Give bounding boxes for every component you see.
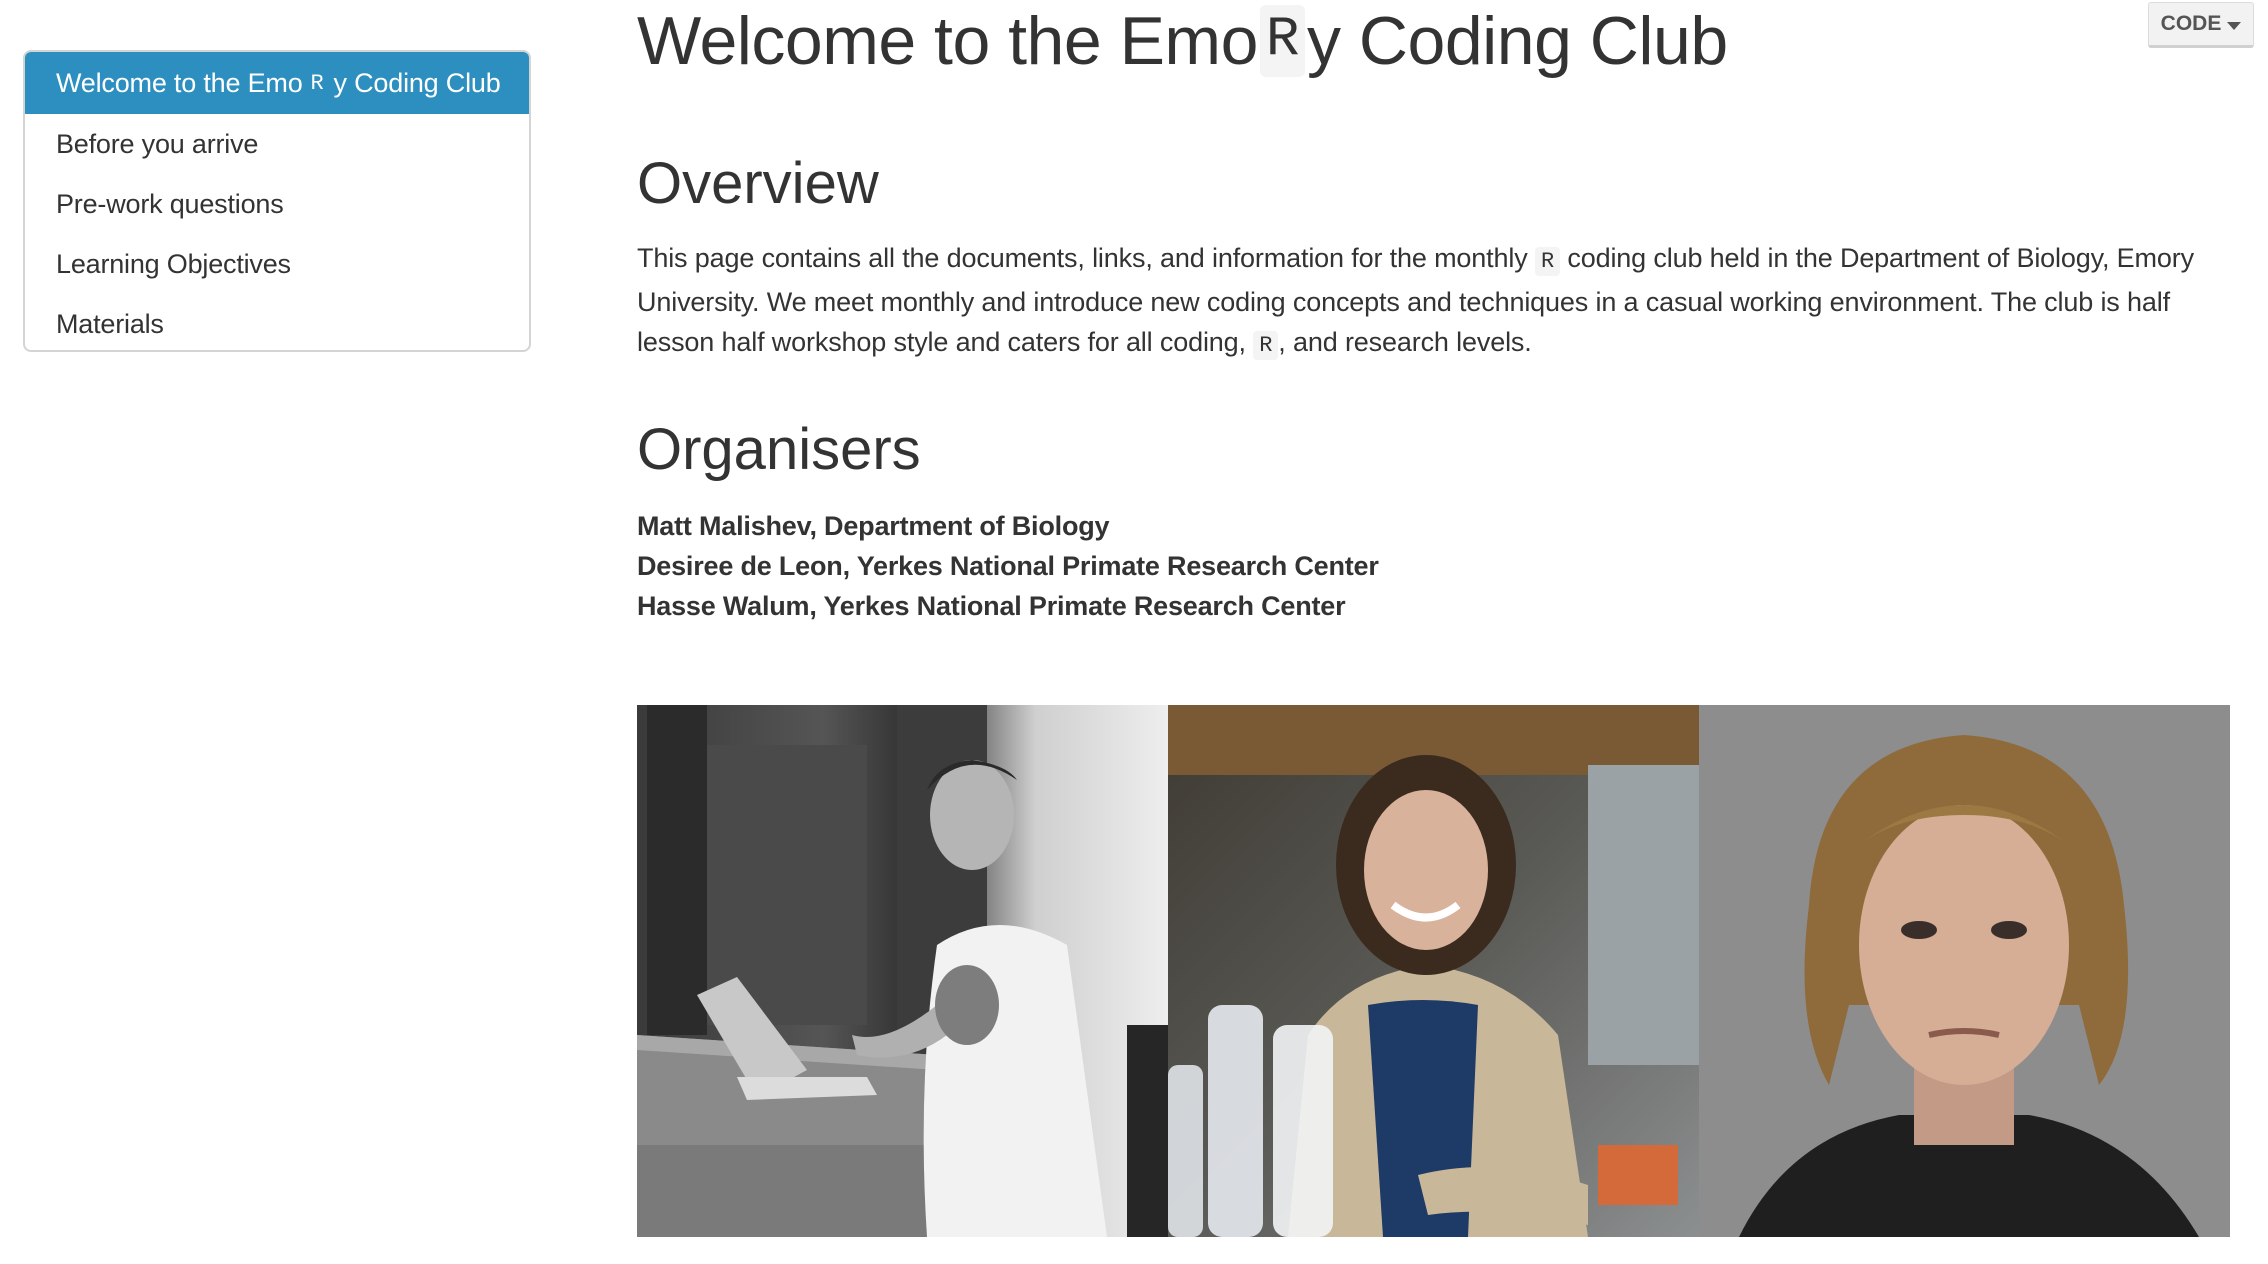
toc-item-label: Learning Objectives (56, 248, 291, 279)
page: Welcome to the Emo R y Coding Club Befor… (0, 0, 2268, 1264)
overview-text-part1: This page contains all the documents, li… (637, 243, 1528, 273)
organiser-name: Hasse Walum, Yerkes National Primate Res… (637, 591, 1346, 621)
toc-item-welcome[interactable]: Welcome to the Emo R y Coding Club (25, 52, 529, 114)
title-code-r: R (1259, 5, 1306, 77)
toc-item-pre-work-questions[interactable]: Pre-work questions (25, 174, 529, 234)
toc-item-label: Before you arrive (56, 128, 259, 159)
toc-item-label: Welcome to the Emo (56, 67, 303, 98)
toc-item-learning-objectives[interactable]: Learning Objectives (25, 234, 529, 294)
inline-code-r: R (1253, 331, 1279, 360)
toc-item-materials[interactable]: Materials (25, 294, 529, 350)
organiser-name: Desiree de Leon, Yerkes National Primate… (637, 551, 1379, 581)
overview-paragraph: This page contains all the documents, li… (637, 238, 2237, 366)
table-of-contents: Welcome to the Emo R y Coding Club Befor… (23, 50, 531, 352)
title-text-post: y Coding Club (1307, 3, 1728, 79)
organiser-photos (637, 705, 2230, 1237)
toc-item-label: Pre-work questions (56, 188, 284, 219)
organiser-photo-matt (637, 705, 1168, 1237)
toc-item-before-you-arrive[interactable]: Before you arrive (25, 114, 529, 174)
organiser-name: Matt Malishev, Department of Biology (637, 511, 1110, 541)
inline-code-r: R (1534, 247, 1561, 276)
code-button-label: CODE (2160, 12, 2222, 35)
organisers-list: Matt Malishev, Department of Biology Des… (637, 506, 1379, 626)
organisers-heading: Organisers (637, 417, 921, 482)
toc-item-code: R (310, 70, 324, 96)
toc-item-label-suffix: y Coding Club (333, 67, 501, 98)
organiser-photo-hasse (1699, 705, 2230, 1237)
toc-item-label: Materials (56, 308, 164, 339)
page-title: Welcome to the Emo R y Coding Club (637, 2, 1728, 80)
code-dropdown-button[interactable]: CODE (2148, 2, 2254, 48)
caret-down-icon (2227, 21, 2242, 30)
overview-heading: Overview (637, 151, 879, 216)
organiser-photo-desiree (1168, 705, 1699, 1237)
title-text-pre: Welcome to the Emo (637, 3, 1258, 79)
overview-text-part3: , and research levels. (1278, 327, 1532, 357)
